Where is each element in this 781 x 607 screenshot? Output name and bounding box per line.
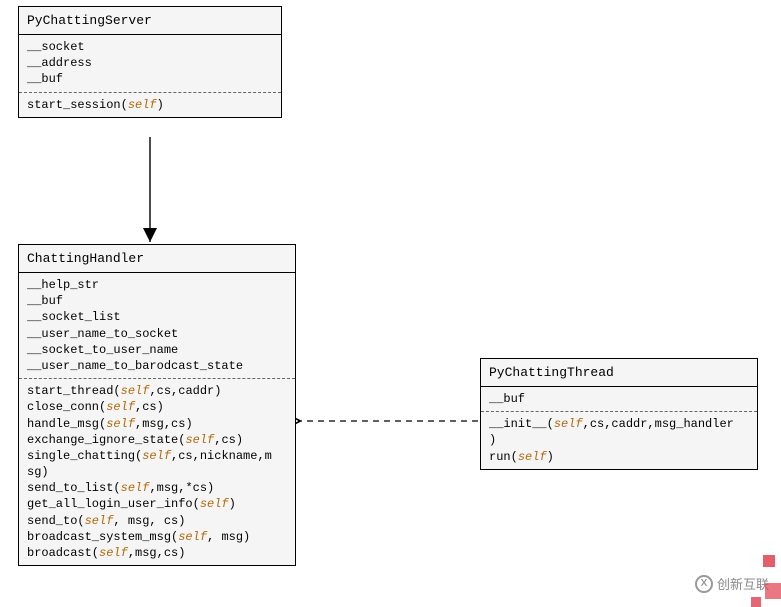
attr: __user_name_to_barodcast_state (27, 358, 287, 374)
attr: __buf (27, 293, 287, 309)
class-pychattingserver: PyChattingServer __socket __address __bu… (18, 6, 282, 118)
method: send_to_list(self,msg,*cs) (27, 480, 287, 496)
method: start_session(self) (27, 97, 273, 113)
method: broadcast_system_msg(self, msg) (27, 529, 287, 545)
attr: __buf (27, 71, 273, 87)
class-chattinghandler: ChattingHandler __help_str __buf __socke… (18, 244, 296, 566)
method: start_thread(self,cs,caddr) (27, 383, 287, 399)
attr: __socket (27, 39, 273, 55)
method: __init__(self,cs,caddr,msg_handler (489, 416, 749, 432)
class-pychattingthread: PyChattingThread __buf __init__(self,cs,… (480, 358, 758, 470)
class-title: PyChattingServer (19, 7, 281, 35)
method: exchange_ignore_state(self,cs) (27, 432, 287, 448)
method: sg) (27, 464, 287, 480)
method: send_to(self, msg, cs) (27, 513, 287, 529)
method: single_chatting(self,cs,nickname,m (27, 448, 287, 464)
methods-section: start_session(self) (19, 93, 281, 117)
methods-section: __init__(self,cs,caddr,msg_handler ) run… (481, 412, 757, 469)
method: close_conn(self,cs) (27, 399, 287, 415)
method: handle_msg(self,msg,cs) (27, 416, 287, 432)
attr: __user_name_to_socket (27, 326, 287, 342)
attr: __buf (489, 391, 749, 407)
method: broadcast(self,msg,cs) (27, 545, 287, 561)
method: ) (489, 432, 749, 448)
attrs-section: __help_str __buf __socket_list __user_na… (19, 273, 295, 379)
attr: __socket_list (27, 309, 287, 325)
attr: __help_str (27, 277, 287, 293)
watermark-label: 创新互联 (717, 574, 769, 593)
method: get_all_login_user_info(self) (27, 496, 287, 512)
attrs-section: __buf (481, 387, 757, 412)
fade-overlay (421, 549, 781, 577)
attr: __socket_to_user_name (27, 342, 287, 358)
method: run(self) (489, 449, 749, 465)
attrs-section: __socket __address __buf (19, 35, 281, 93)
class-title: PyChattingThread (481, 359, 757, 387)
watermark-logo-icon: X (695, 575, 713, 593)
watermark: X 创新互联 (695, 574, 769, 593)
methods-section: start_thread(self,cs,caddr) close_conn(s… (19, 379, 295, 565)
class-title: ChattingHandler (19, 245, 295, 273)
attr: __address (27, 55, 273, 71)
